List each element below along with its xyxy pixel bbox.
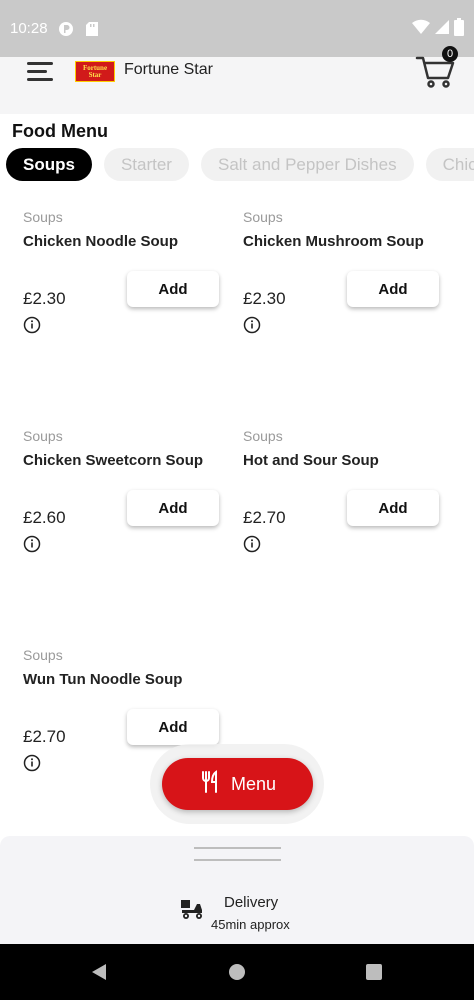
signal-icon bbox=[434, 19, 450, 40]
info-icon[interactable] bbox=[243, 316, 261, 334]
category-tabs: Soups Starter Salt and Pepper Dishes Chi… bbox=[6, 148, 474, 181]
logo-text: Fortune Star bbox=[82, 63, 108, 79]
tab-chicken[interactable]: Chic bbox=[425, 148, 474, 181]
app-header bbox=[0, 57, 474, 114]
product-card: Soups Chicken Sweetcorn Soup £2.60 Add bbox=[23, 428, 233, 618]
product-name: Chicken Mushroom Soup bbox=[243, 233, 424, 250]
add-button[interactable]: Add bbox=[127, 490, 219, 526]
product-category: Soups bbox=[23, 647, 63, 663]
product-name: Chicken Sweetcorn Soup bbox=[23, 452, 204, 469]
product-category: Soups bbox=[243, 428, 283, 444]
notification-icon bbox=[58, 21, 74, 37]
recent-apps-icon[interactable] bbox=[366, 964, 382, 980]
product-name: Wun Tun Noodle Soup bbox=[23, 671, 183, 688]
battery-icon bbox=[454, 18, 464, 41]
tab-salt-and-pepper-dishes[interactable]: Salt and Pepper Dishes bbox=[200, 148, 414, 181]
product-price: £2.30 bbox=[243, 289, 286, 308]
restaurant-logo: Fortune Star bbox=[75, 61, 115, 82]
add-button[interactable]: Add bbox=[127, 709, 219, 745]
tab-soups[interactable]: Soups bbox=[6, 148, 92, 181]
home-icon[interactable] bbox=[229, 964, 245, 980]
product-card: Soups Chicken Noodle Soup £2.30 Add bbox=[23, 209, 233, 399]
add-button[interactable]: Add bbox=[127, 271, 219, 307]
hamburger-menu-icon[interactable] bbox=[27, 62, 53, 82]
product-card: Soups Chicken Mushroom Soup £2.30 Add bbox=[243, 209, 453, 399]
wifi-icon bbox=[412, 19, 430, 40]
info-icon[interactable] bbox=[243, 535, 261, 553]
info-icon[interactable] bbox=[23, 316, 41, 334]
sd-card-icon bbox=[84, 21, 100, 37]
product-category: Soups bbox=[23, 209, 63, 225]
info-icon[interactable] bbox=[23, 535, 41, 553]
info-icon[interactable] bbox=[23, 754, 41, 772]
cutlery-icon bbox=[199, 769, 221, 799]
restaurant-name: Fortune Star bbox=[124, 61, 213, 78]
food-menu-title: Food Menu bbox=[12, 121, 108, 141]
product-name: Hot and Sour Soup bbox=[243, 452, 379, 469]
product-price: £2.30 bbox=[23, 289, 66, 308]
cart-count-badge: 0 bbox=[442, 46, 458, 62]
product-category: Soups bbox=[23, 428, 63, 444]
add-button[interactable]: Add bbox=[347, 490, 439, 526]
product-name: Chicken Noodle Soup bbox=[23, 233, 179, 250]
add-button[interactable]: Add bbox=[347, 271, 439, 307]
tab-starter[interactable]: Starter bbox=[103, 148, 189, 181]
delivery-time: 45min approx bbox=[211, 917, 290, 932]
status-time: 10:28 bbox=[10, 20, 48, 37]
product-card: Soups Hot and Sour Soup £2.70 Add bbox=[243, 428, 453, 618]
delivery-scooter-icon bbox=[179, 896, 205, 922]
status-bar: 10:28 bbox=[0, 0, 474, 57]
menu-fab-button[interactable]: Menu bbox=[162, 758, 313, 810]
drag-handle-line[interactable] bbox=[194, 847, 281, 849]
delivery-label: Delivery bbox=[224, 894, 279, 911]
menu-fab-label: Menu bbox=[230, 773, 277, 794]
product-price: £2.70 bbox=[23, 727, 66, 746]
back-icon[interactable] bbox=[90, 963, 108, 981]
product-price: £2.70 bbox=[243, 508, 286, 527]
product-price: £2.60 bbox=[23, 508, 66, 527]
product-category: Soups bbox=[243, 209, 283, 225]
drag-handle-line[interactable] bbox=[194, 859, 281, 861]
